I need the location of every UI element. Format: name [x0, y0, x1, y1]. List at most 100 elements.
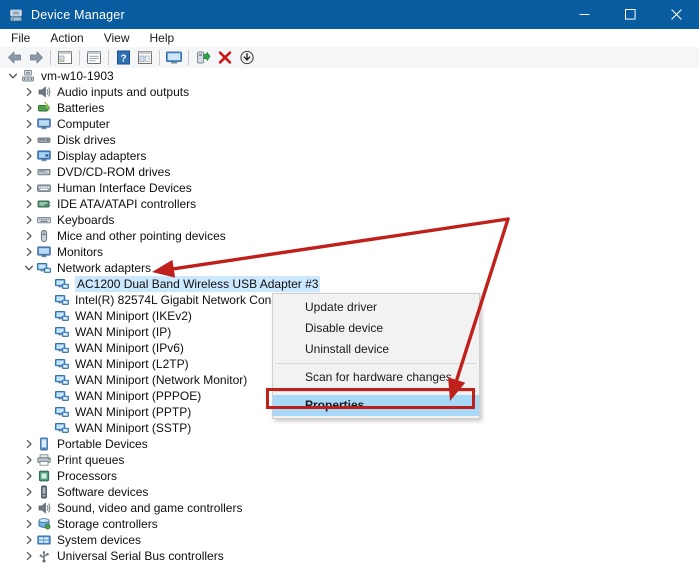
tree-item[interactable]: Keyboards [0, 212, 699, 228]
tree-item[interactable]: Print queues [0, 452, 699, 468]
tree-item-label: AC1200 Dual Band Wireless USB Adapter #3 [75, 276, 321, 292]
tree-item[interactable]: Network adapters [0, 260, 699, 276]
chevron-right-icon[interactable] [22, 212, 36, 228]
close-button[interactable] [653, 0, 699, 29]
system-device-icon [36, 532, 52, 548]
tree-item[interactable]: Monitors [0, 244, 699, 260]
tree-item-label: Disk drives [57, 133, 116, 147]
tree-item-label: Processors [57, 469, 118, 483]
chevron-right-icon[interactable] [22, 196, 36, 212]
processor-icon [36, 468, 52, 484]
chevron-right-icon[interactable] [22, 548, 36, 563]
chevron-right-icon[interactable] [22, 228, 36, 244]
tree-item[interactable]: WAN Miniport (SSTP) [0, 420, 699, 436]
context-menu-item[interactable]: Uninstall device [273, 339, 479, 360]
tree-item[interactable]: Sound, video and game controllers [0, 500, 699, 516]
chevron-right-icon[interactable] [22, 100, 36, 116]
tree-item-label: WAN Miniport (IKEv2) [75, 309, 192, 323]
forward-icon[interactable] [25, 48, 47, 68]
chevron-right-icon[interactable] [22, 468, 36, 484]
menu-help[interactable]: Help [141, 30, 184, 46]
chevron-right-icon[interactable] [22, 116, 36, 132]
tree-item[interactable]: Audio inputs and outputs [0, 84, 699, 100]
tree-item[interactable]: Batteries [0, 100, 699, 116]
context-menu[interactable]: Update driver Disable device Uninstall dev… [272, 293, 480, 419]
menu-action[interactable]: Action [41, 30, 92, 46]
network-adapter-icon [54, 324, 70, 340]
update-driver-icon[interactable] [134, 48, 156, 68]
context-menu-item[interactable]: Scan for hardware changes [273, 367, 479, 388]
keyboard-icon [36, 212, 52, 228]
enable-device-icon[interactable] [192, 48, 214, 68]
chevron-right-icon[interactable] [22, 244, 36, 260]
chevron-right-icon[interactable] [22, 148, 36, 164]
tree-item[interactable]: DVD/CD-ROM drives [0, 164, 699, 180]
chevron-right-icon[interactable] [22, 532, 36, 548]
network-adapter-icon [36, 260, 52, 276]
tree-item[interactable]: Disk drives [0, 132, 699, 148]
network-adapter-icon [54, 404, 70, 420]
chevron-right-icon[interactable] [22, 436, 36, 452]
tree-item-label: Batteries [57, 101, 105, 115]
tree-item-label: Display adapters [57, 149, 147, 163]
tree-item-label: Network adapters [57, 261, 152, 275]
hid-icon [36, 180, 52, 196]
tree-item-label: Software devices [57, 485, 149, 499]
tree-item[interactable]: Display adapters [0, 148, 699, 164]
monitor-icon [36, 116, 52, 132]
chevron-right-icon[interactable] [22, 180, 36, 196]
tree-item-label: Intel(R) 82574L Gigabit Network Connecti [75, 293, 297, 307]
chevron-right-icon[interactable] [22, 484, 36, 500]
help-icon[interactable]: ? [112, 48, 134, 68]
chevron-down-icon[interactable] [22, 260, 36, 276]
tree-item[interactable]: System devices [0, 532, 699, 548]
tree-item[interactable]: Mice and other pointing devices [0, 228, 699, 244]
context-menu-item[interactable]: Properties [273, 395, 479, 416]
uninstall-device-icon[interactable] [214, 48, 236, 68]
show-hide-console-tree-icon[interactable] [54, 48, 76, 68]
tree-item[interactable]: Storage controllers [0, 516, 699, 532]
device-manager-window: Device Manager File Action View Help ? v… [0, 0, 699, 563]
tree-item-label: IDE ATA/ATAPI controllers [57, 197, 197, 211]
tree-item-label: DVD/CD-ROM drives [57, 165, 171, 179]
minimize-button[interactable] [561, 0, 607, 29]
tree-item[interactable]: Universal Serial Bus controllers [0, 548, 699, 563]
chevron-right-icon[interactable] [22, 132, 36, 148]
properties-icon[interactable] [83, 48, 105, 68]
disk-drive-icon [36, 132, 52, 148]
toolbar-separator [188, 50, 189, 65]
tree-item-label: System devices [57, 533, 142, 547]
tree-item[interactable]: vm-w10-1903 [0, 68, 699, 84]
network-adapter-icon [54, 388, 70, 404]
menu-file[interactable]: File [2, 30, 39, 46]
context-menu-separator [275, 363, 477, 364]
tree-item-label: Human Interface Devices [57, 181, 192, 195]
context-menu-item[interactable]: Update driver [273, 297, 479, 318]
disable-device-icon[interactable] [236, 48, 258, 68]
tree-item[interactable]: Computer [0, 116, 699, 132]
tree-item[interactable]: Portable Devices [0, 436, 699, 452]
chevron-right-icon[interactable] [22, 500, 36, 516]
chevron-right-icon[interactable] [22, 452, 36, 468]
scan-for-hardware-changes-icon[interactable] [163, 48, 185, 68]
tree-item-label: vm-w10-1903 [41, 69, 114, 83]
menu-view[interactable]: View [95, 30, 139, 46]
tree-item[interactable]: Software devices [0, 484, 699, 500]
tree-item[interactable]: Human Interface Devices [0, 180, 699, 196]
tree-item[interactable]: AC1200 Dual Band Wireless USB Adapter #3 [0, 276, 699, 292]
tree-item-label: Audio inputs and outputs [57, 85, 190, 99]
tree-item[interactable]: IDE ATA/ATAPI controllers [0, 196, 699, 212]
software-device-icon [36, 484, 52, 500]
maximize-button[interactable] [607, 0, 653, 29]
title-bar: Device Manager [0, 0, 699, 29]
chevron-right-icon[interactable] [22, 164, 36, 180]
tree-item-label: WAN Miniport (IPv6) [75, 341, 184, 355]
monitor-icon [36, 244, 52, 260]
tree-item[interactable]: Processors [0, 468, 699, 484]
portable-device-icon [36, 436, 52, 452]
back-icon[interactable] [3, 48, 25, 68]
context-menu-item[interactable]: Disable device [273, 318, 479, 339]
chevron-down-icon[interactable] [6, 68, 20, 84]
chevron-right-icon[interactable] [22, 516, 36, 532]
chevron-right-icon[interactable] [22, 84, 36, 100]
